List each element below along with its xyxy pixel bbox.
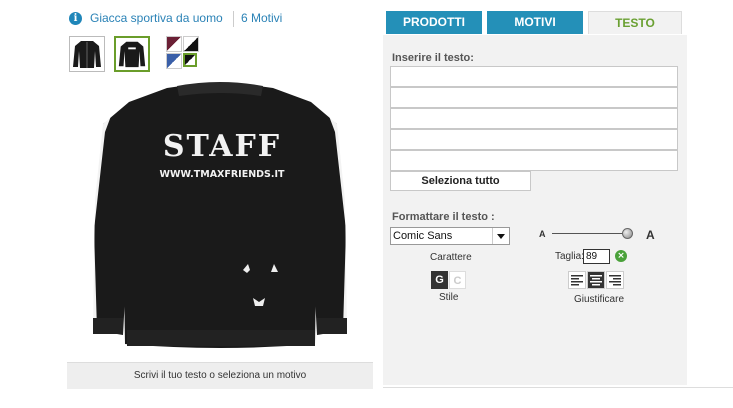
- text-line-1[interactable]: [390, 66, 678, 87]
- size-small-glyph: A: [539, 229, 546, 239]
- align-center-button[interactable]: [587, 271, 605, 289]
- info-icon[interactable]: i: [69, 12, 82, 25]
- format-heading: Formattare il testo :: [392, 211, 495, 223]
- size-input[interactable]: 89: [583, 249, 610, 264]
- align-left-button[interactable]: [568, 271, 586, 289]
- size-label: Taglia:: [555, 251, 584, 262]
- jacket-back-thumbnail[interactable]: [114, 36, 150, 72]
- text-line-4[interactable]: [390, 129, 678, 150]
- print-url: WWW.TMAXFRIENDS.IT: [159, 169, 285, 180]
- tab-prodotti[interactable]: PRODOTTI: [386, 11, 482, 34]
- tab-testo[interactable]: TESTO: [588, 11, 682, 34]
- size-slider-handle[interactable]: [622, 228, 633, 239]
- tab-motivi[interactable]: MOTIVI: [487, 11, 583, 34]
- align-left-icon: [571, 275, 583, 286]
- text-line-2[interactable]: [390, 87, 678, 108]
- divider: [233, 11, 234, 27]
- font-select-value: Comic Sans: [393, 230, 453, 242]
- chevron-down-icon[interactable]: [492, 228, 509, 244]
- color-swatch-black-selected[interactable]: [183, 53, 197, 67]
- style-caption: Stile: [439, 292, 459, 303]
- design-canvas[interactable]: STAFF WWW.TMAXFRIENDS.IT: [67, 80, 373, 362]
- jacket-front-thumbnail[interactable]: [69, 36, 105, 72]
- justify-caption: Giustificare: [574, 294, 625, 305]
- size-slider-track[interactable]: [552, 233, 632, 234]
- order-bar: [383, 387, 733, 408]
- status-hint: Scrivi il tuo testo o seleziona un motiv…: [67, 362, 373, 389]
- color-swatch-white-black[interactable]: [183, 36, 199, 52]
- font-caption: Carattere: [430, 252, 472, 263]
- motifs-count-link[interactable]: 6 Motivi: [241, 11, 282, 25]
- jacket-back-preview: STAFF WWW.TMAXFRIENDS.IT: [87, 82, 353, 348]
- color-swatch-bordeaux[interactable]: [166, 36, 182, 52]
- jacket-front-icon: [73, 41, 101, 68]
- jacket-back-icon: [118, 41, 146, 68]
- select-all-button[interactable]: Seleziona tutto: [390, 171, 531, 191]
- size-large-glyph: A: [646, 228, 655, 242]
- text-line-5[interactable]: [390, 150, 678, 171]
- text-line-3[interactable]: [390, 108, 678, 129]
- color-swatch-group: [166, 36, 202, 72]
- product-title-link[interactable]: Giacca sportiva da uomo: [90, 11, 223, 25]
- text-input-heading: Inserire il testo:: [392, 52, 474, 64]
- font-select[interactable]: Comic Sans: [390, 227, 510, 245]
- clear-size-icon[interactable]: ×: [615, 250, 627, 262]
- align-right-button[interactable]: [606, 271, 624, 289]
- align-right-icon: [609, 275, 621, 286]
- bold-button[interactable]: G: [431, 271, 448, 289]
- print-title: STAFF: [163, 129, 281, 164]
- align-center-icon: [590, 275, 602, 286]
- italic-button[interactable]: C: [449, 271, 466, 289]
- color-swatch-blue[interactable]: [166, 53, 182, 69]
